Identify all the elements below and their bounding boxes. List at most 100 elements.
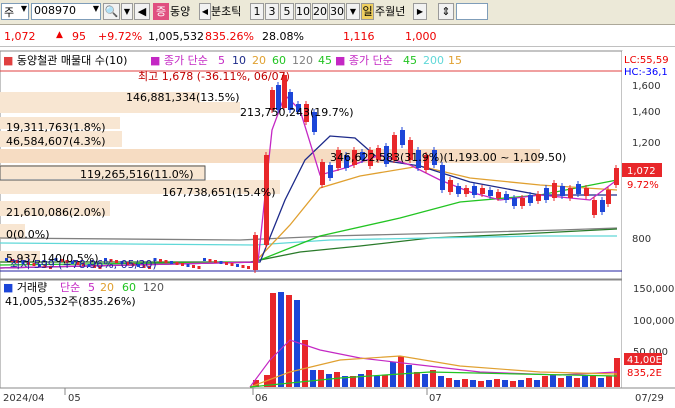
candle: [568, 188, 573, 198]
candle: [440, 165, 445, 190]
price-tick: 800: [632, 234, 651, 245]
volume-profile-label: 167,738,651(15.4%): [162, 186, 276, 199]
candle: [214, 260, 217, 263]
volume-tick: 150,000: [633, 284, 674, 295]
candle: [472, 186, 477, 195]
candle: [264, 155, 269, 245]
candle: [328, 165, 333, 178]
volume-bar: [494, 379, 500, 387]
vol-ma20: 20: [100, 281, 114, 294]
volume-profile-label: 213,750,243(19.7%): [240, 106, 354, 119]
candle: [584, 188, 589, 196]
low-annotation: 최저 599 (+78.96%, 05/30): [10, 258, 157, 271]
candle: [552, 183, 557, 198]
volume-bar: [518, 380, 524, 387]
ma120-label: 120: [292, 54, 313, 67]
candle: [241, 265, 245, 268]
candle: [600, 200, 605, 212]
ma10-label: 10: [232, 54, 246, 67]
volume-bar: [278, 292, 284, 387]
vol-ma60: 60: [122, 281, 136, 294]
ma200-label: 200: [423, 54, 444, 67]
volume-bar: [414, 372, 420, 387]
volume-legend: ■ 거래량: [3, 281, 47, 294]
hc-label: HC:-36,1: [624, 67, 668, 78]
candle: [170, 261, 173, 264]
chart-area: 146,881,334(13.5%)213,750,243(19.7%) 19,3…: [0, 50, 675, 404]
lc-label: LC:55,59: [624, 55, 669, 66]
vol-ma-label: 단순: [60, 281, 80, 294]
volume-bar: [382, 375, 388, 387]
candle: [186, 264, 190, 267]
candle: [504, 194, 509, 200]
candle: [230, 263, 234, 266]
price-tick: 1,400: [632, 107, 661, 118]
candle: [164, 260, 168, 263]
candle: [448, 180, 453, 192]
candle: [560, 186, 565, 196]
volume-bar: [478, 381, 484, 387]
x-label: 2024/04: [3, 393, 45, 404]
volume-profile-label: 0(0.0%): [6, 228, 50, 241]
volume-bar: [462, 379, 468, 387]
x-label: 05: [68, 393, 81, 404]
volume-tick: 100,000: [633, 316, 674, 327]
volume-bar: [510, 381, 516, 387]
candle: [528, 195, 533, 203]
volume-bar: [566, 376, 572, 387]
current-volume-pct: 835,2E: [627, 368, 662, 379]
current-price: 1,072: [627, 166, 656, 177]
volume-bar: [606, 376, 612, 387]
ma45-label: 45: [318, 54, 332, 67]
volume-bar: [526, 378, 532, 387]
legend-ma-label: ■ 종가 단순: [150, 54, 208, 67]
right-axis: [622, 51, 675, 388]
volume-bar: [542, 376, 548, 387]
candle: [576, 184, 581, 194]
x-label: 07/29: [635, 393, 664, 404]
candle: [208, 259, 212, 262]
volume-profile-label: 46,584,607(4.3%): [6, 135, 106, 148]
volume-profile-label: 346,622,583(31.9%)(1,193.00 ~ 1,109.50): [330, 151, 566, 164]
volume-bar: [502, 380, 508, 387]
volume-bar: [574, 378, 580, 387]
volume-profile-label: 19,311,763(1.8%): [6, 121, 106, 134]
current-pct: 9.72%: [627, 180, 659, 191]
candle: [496, 192, 501, 198]
legend-ma2-label: ■ 종가 단순: [335, 54, 393, 67]
volume-bar: [582, 375, 588, 387]
candle: [192, 265, 195, 268]
volume-bar: [310, 370, 316, 387]
candle: [175, 262, 179, 265]
volume-bar: [486, 380, 492, 387]
candle: [320, 162, 325, 185]
price-tick: 1,200: [632, 138, 661, 149]
x-label: 07: [429, 393, 442, 404]
vol-ma120: 120: [143, 281, 164, 294]
candle: [159, 259, 162, 262]
x-label: 06: [255, 393, 268, 404]
volume-bar: [598, 378, 604, 387]
volume-bar: [550, 375, 556, 387]
current-volume: 41,00E: [627, 355, 662, 366]
ma5-label: 5: [218, 54, 225, 67]
candle: [247, 266, 250, 269]
candle: [614, 168, 619, 185]
volume-bar: [590, 376, 596, 387]
ma15-label: 15: [448, 54, 462, 67]
volume-bar: [374, 376, 380, 387]
volume-bar: [398, 356, 404, 387]
candle: [536, 194, 541, 201]
candle: [197, 266, 201, 269]
volume-bar: [422, 374, 428, 387]
candle: [592, 200, 597, 215]
volume-bar: [334, 372, 340, 387]
volume-profile-label: 21,610,086(2.0%): [6, 206, 106, 219]
candle: [520, 198, 525, 206]
ma45b-label: 45: [403, 54, 417, 67]
ma60-label: 60: [272, 54, 286, 67]
candle: [480, 188, 485, 194]
volume-bar: [470, 380, 476, 387]
volume-bar: [366, 370, 372, 387]
volume-profile-label: 146,881,334(13.5%): [126, 91, 240, 104]
